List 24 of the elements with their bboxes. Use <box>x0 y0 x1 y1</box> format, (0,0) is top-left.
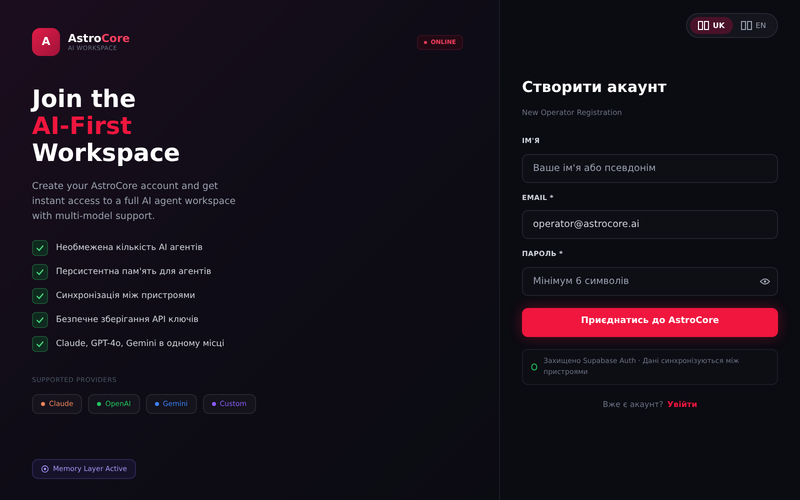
feature-text: Безпечне зберігання API ключів <box>56 314 198 326</box>
check-icon <box>36 268 44 276</box>
brand-name: AstroCore <box>68 32 130 44</box>
submit-button[interactable]: Приєднатись до AstroCore <box>522 308 778 336</box>
headline-accent: AI-First <box>32 113 133 140</box>
feature-text: Синхронізація між пристроями <box>56 290 196 302</box>
form-title: Створити акаунт <box>522 77 668 98</box>
feature-text: Необмежена кількість AI агентів <box>56 242 203 254</box>
check-icon <box>36 244 44 252</box>
input-field[interactable]: operator@astrocore.ai <box>522 210 778 239</box>
check-icon <box>36 316 44 324</box>
login-prompt: Вже є акаунт? <box>602 398 664 410</box>
input-field[interactable]: Мінімум 6 символів <box>522 266 778 296</box>
description: Create your AstroCore account and get instant access to a full AI agent workspace with multi-model support. <box>32 180 237 224</box>
input-field[interactable]: Ваше ім'я або псевдонім <box>522 154 778 182</box>
feature-text: Персистентна пам'ять для агентів <box>56 266 212 278</box>
headline: Join the <box>32 86 137 113</box>
eye-icon[interactable] <box>760 278 770 284</box>
headline: Workspace <box>32 140 182 167</box>
check-icon <box>36 292 44 300</box>
feature-text: Claude, GPT-4o, Gemini в одному місці <box>56 338 224 350</box>
logo: A <box>32 28 60 56</box>
login-link[interactable]: Увійти <box>667 398 698 410</box>
check-icon <box>36 340 44 348</box>
